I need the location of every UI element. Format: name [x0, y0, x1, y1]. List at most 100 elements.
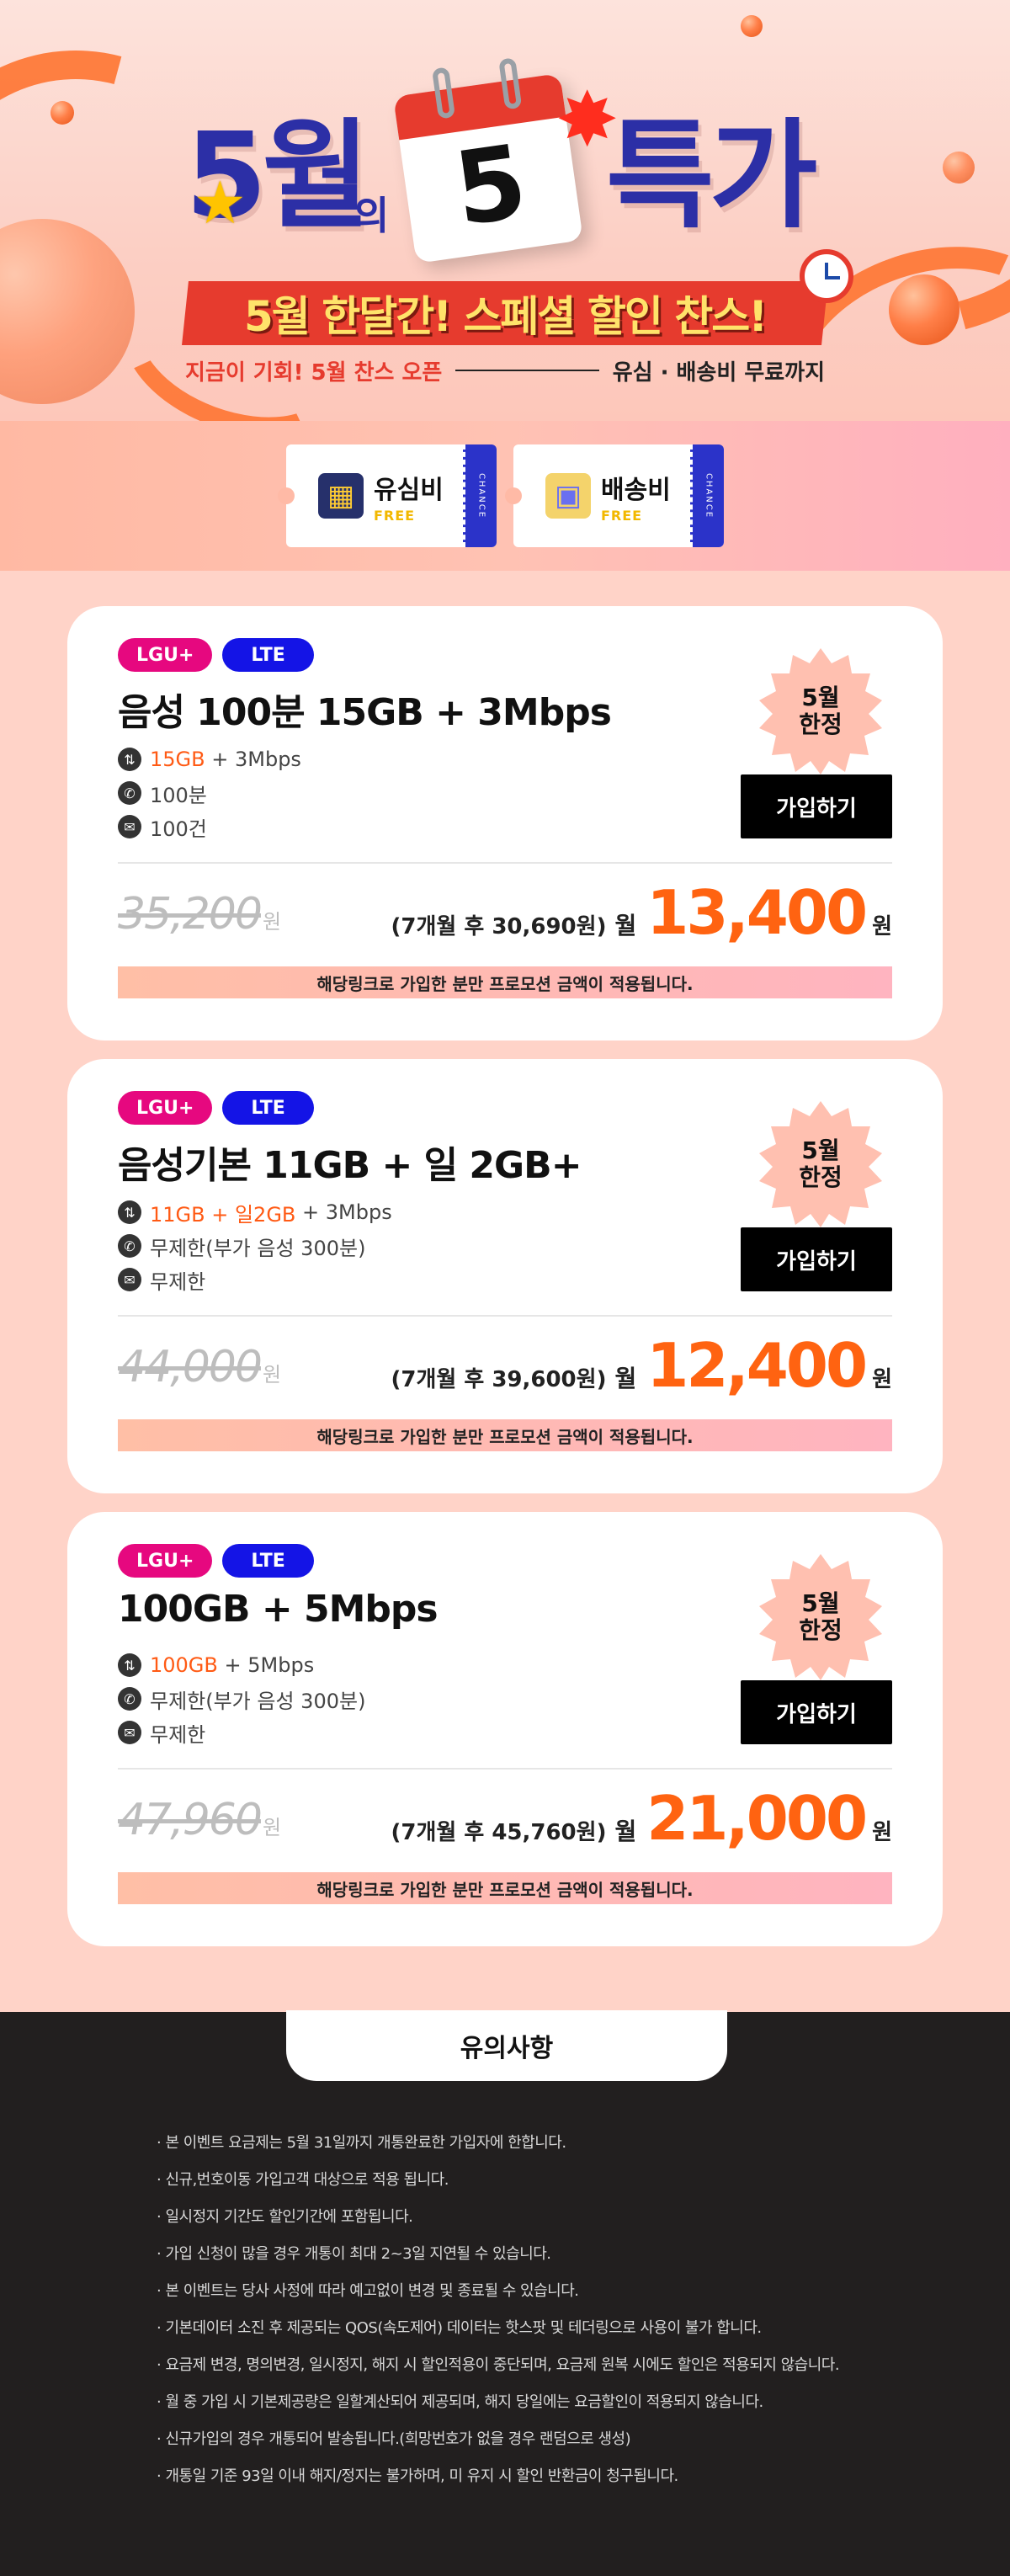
feature-data-rest: + 3Mbps	[295, 1200, 392, 1224]
feature-voice-text: 무제한(부가 음성 300분)	[150, 1689, 366, 1713]
original-price: 44,000원	[118, 1342, 281, 1392]
plan-name: 음성 100분 15GB + 3Mbps	[118, 691, 612, 734]
feature-sms-text: 100건	[150, 817, 207, 841]
hero-sub-right: 유심 · 배송비 무료까지	[612, 359, 825, 386]
network-badge: LTE	[222, 1544, 314, 1578]
seal-line-1: 5월	[801, 1136, 840, 1164]
plan-name: 100GB + 5Mbps	[118, 1588, 439, 1631]
hero-title: 5월 ★ 의 5 ✸ 특가	[185, 57, 842, 263]
carrier-badge: LGU+	[118, 1544, 213, 1578]
plan-card: LGU+ LTE 100GB + 5Mbps ⇅ 100GB + 5Mbps ✆…	[67, 1512, 943, 1946]
original-price-unit: 원	[262, 1363, 281, 1386]
month-label: 월	[614, 1365, 637, 1392]
original-price: 35,200원	[118, 889, 281, 939]
coupon-title: 유심비	[374, 475, 444, 505]
feature-voice-text: 100분	[150, 783, 207, 807]
hero-subtitle-row: 지금이 기회! 5월 찬스 오픈 유심 · 배송비 무료까지	[185, 354, 825, 387]
limited-seal: 5월 한정	[758, 1101, 884, 1227]
seal-line-2: 한정	[799, 1616, 843, 1644]
feature-data-highlight: 11GB + 일2GB	[150, 1202, 296, 1227]
plan-tags: LGU+ LTE	[118, 1544, 314, 1578]
page: 5월 ★ 의 5 ✸ 특가 5월 한달간! 스페셜 할인 찬스! 지금이 기회!…	[0, 0, 1010, 2576]
join-button[interactable]: 가입하기	[741, 774, 892, 838]
data-transfer-icon: ⇅	[118, 1200, 141, 1224]
promo-notice-bar: 해당링크로 가입한 분만 프로모션 금액이 적용됩니다.	[118, 1872, 892, 1904]
coupon-stub-label: CHANCE	[704, 472, 713, 519]
join-button[interactable]: 가입하기	[741, 1680, 892, 1744]
sale-price-area: (7개월 후 45,760원) 월 21,000 원	[391, 1783, 892, 1854]
original-price-value: 44,000	[118, 1342, 263, 1392]
carrier-badge: LGU+	[118, 1091, 213, 1125]
data-transfer-icon: ⇅	[118, 748, 141, 771]
plan-features: ⇅ 15GB + 3Mbps ✆ 100분 ✉ 100건	[118, 742, 301, 844]
sale-price-area: (7개월 후 39,600원) 월 12,400 원	[391, 1330, 892, 1401]
seal-line-1: 5월	[801, 683, 840, 711]
notice-list: 본 이벤트 요금제는 5월 31일까지 개통완료한 가입자에 한합니다. 신규,…	[157, 2125, 839, 2495]
feature-data: ⇅ 15GB + 3Mbps	[118, 742, 301, 776]
feature-data-highlight: 15GB	[150, 748, 205, 771]
month-label: 월	[614, 1818, 637, 1845]
balloon-decoration	[889, 274, 960, 345]
card-divider	[118, 1768, 892, 1770]
original-price: 47,960원	[118, 1795, 281, 1845]
coupon-sim-fee: ▦ 유심비 FREE CHANCE	[278, 444, 497, 547]
limited-seal: 5월 한정	[758, 648, 884, 774]
hero-title-of: 의	[354, 193, 390, 238]
message-icon: ✉	[118, 1268, 141, 1291]
coupon-free-label: FREE	[374, 507, 416, 524]
notice-item: 신규,번호이동 가입고객 대상으로 적용 됩니다.	[157, 2162, 839, 2199]
star-icon: ★	[194, 168, 247, 237]
feature-data-rest: + 5Mbps	[217, 1653, 315, 1677]
join-button[interactable]: 가입하기	[741, 1227, 892, 1291]
data-transfer-icon: ⇅	[118, 1653, 141, 1677]
divider-line	[455, 370, 599, 371]
original-price-unit: 원	[262, 1816, 281, 1839]
seal-line-1: 5월	[801, 1589, 840, 1617]
sim-card-icon: ▦	[318, 473, 364, 519]
after-7-months-note: (7개월 후 30,690원)	[391, 914, 607, 939]
feature-voice-text: 무제한(부가 음성 300분)	[150, 1236, 366, 1260]
coupon-stub: CHANCE	[463, 444, 497, 547]
notice-item: 본 이벤트 요금제는 5월 31일까지 개통완료한 가입자에 한합니다.	[157, 2125, 839, 2162]
hero-sub-left: 지금이 기회! 5월 찬스 오픈	[185, 359, 443, 386]
hero-banner: 5월 ★ 의 5 ✸ 특가 5월 한달간! 스페셜 할인 찬스! 지금이 기회!…	[0, 0, 1010, 421]
feature-sms-text: 무제한	[150, 1269, 206, 1294]
hero-red-banner: 5월 한달간! 스페셜 할인 찬스!	[182, 281, 828, 345]
network-badge: LTE	[222, 1091, 314, 1125]
sale-price: 13,400	[646, 877, 868, 948]
seal-line-2: 한정	[799, 1163, 843, 1191]
coupon-delivery-fee: ▣ 배송비 FREE CHANCE	[505, 444, 724, 547]
after-7-months-note: (7개월 후 39,600원)	[391, 1367, 607, 1392]
coupon-free-label: FREE	[601, 507, 643, 524]
coupon-stub: CHANCE	[690, 444, 724, 547]
sale-price-area: (7개월 후 30,690원) 월 13,400 원	[391, 877, 892, 948]
balloon-decoration	[943, 152, 975, 184]
notice-item: 개통일 기준 93일 이내 해지/정지는 불가하며, 미 유지 시 할인 반환금…	[157, 2458, 839, 2495]
plan-tags: LGU+ LTE	[118, 638, 314, 672]
notice-item: 본 이벤트는 당사 사정에 따라 예고없이 변경 및 종료될 수 있습니다.	[157, 2273, 839, 2310]
free-coupons-strip: ▦ 유심비 FREE CHANCE ▣ 배송비 FREE CHANCE	[0, 421, 1010, 571]
plan-tags: LGU+ LTE	[118, 1091, 314, 1125]
original-price-value: 35,200	[118, 889, 263, 939]
notice-item: 신규가입의 경우 개통되어 발송됩니다.(희망번호가 없을 경우 랜덤으로 생성…	[157, 2421, 839, 2458]
phone-icon: ✆	[118, 781, 141, 805]
month-label: 월	[614, 912, 637, 939]
feature-data-rest: + 3Mbps	[205, 748, 301, 771]
coupon-stub-label: CHANCE	[476, 472, 486, 519]
phone-icon: ✆	[118, 1687, 141, 1711]
sale-price: 21,000	[646, 1783, 868, 1854]
notice-item: 월 중 가입 시 기본제공량은 일할계산되어 제공되며, 해지 당일에는 요금할…	[157, 2384, 839, 2421]
message-icon: ✉	[118, 815, 141, 838]
sale-price-unit: 원	[872, 1820, 892, 1845]
notice-item: 가입 신청이 많을 경우 개통이 최대 2~3일 지연될 수 있습니다.	[157, 2236, 839, 2273]
plan-features: ⇅ 100GB + 5Mbps ✆ 무제한(부가 음성 300분) ✉ 무제한	[118, 1648, 365, 1749]
notice-item: 기본데이터 소진 후 제공되는 QOS(속도제어) 데이터는 핫스팟 및 테더링…	[157, 2310, 839, 2347]
feature-sms-text: 무제한	[150, 1722, 206, 1747]
feature-sms: ✉ 무제한	[118, 1716, 365, 1749]
delivery-box-icon: ▣	[545, 473, 591, 519]
balloon-decoration	[741, 15, 763, 37]
notice-item: 요금제 변경, 명의변경, 일시정지, 해지 시 할인적용이 중단되며, 요금제…	[157, 2347, 839, 2384]
feature-data-highlight: 100GB	[150, 1653, 218, 1677]
message-icon: ✉	[118, 1721, 141, 1744]
plan-card: LGU+ LTE 음성기본 11GB + 일 2GB+ ⇅ 11GB + 일2G…	[67, 1059, 943, 1493]
